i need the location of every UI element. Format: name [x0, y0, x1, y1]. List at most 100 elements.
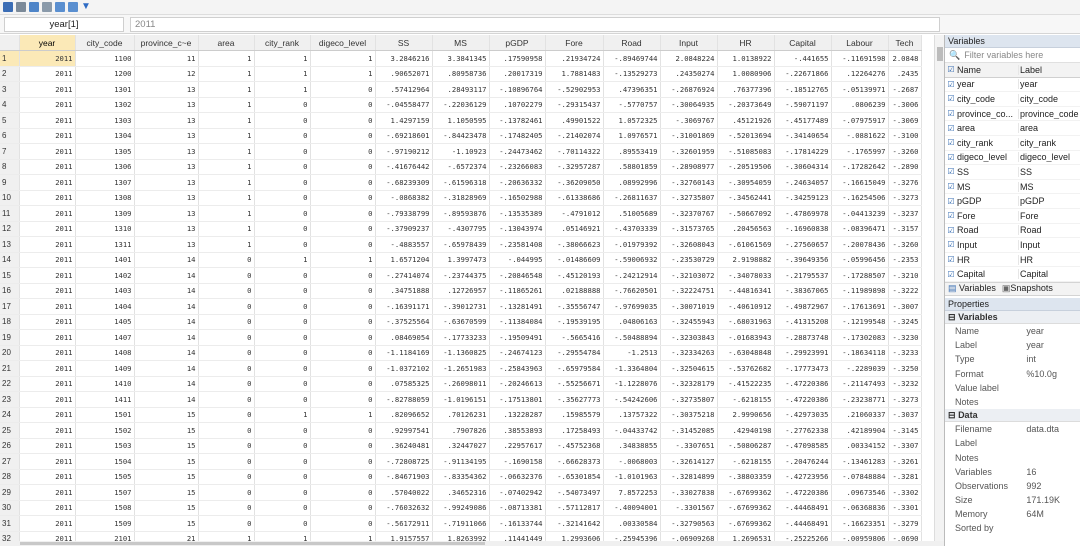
variable-row[interactable]: ☑ pGDP pGDP	[945, 194, 1080, 209]
data-cell[interactable]: 13	[134, 128, 199, 144]
data-cell[interactable]: 0	[198, 484, 255, 501]
data-cell[interactable]: -.3301	[888, 500, 922, 516]
data-cell[interactable]: 1402	[75, 267, 135, 284]
property-row[interactable]: Name year	[945, 324, 1080, 338]
data-cell[interactable]: .04806163	[603, 314, 661, 330]
data-cell[interactable]: -.43703339	[603, 221, 661, 237]
table-row[interactable]: 4 2011 1302 13 1 0 0 -.04558477 -.22036129.10702…	[0, 97, 922, 113]
data-cell[interactable]: -.4883557	[375, 236, 433, 253]
data-cell[interactable]: -.21147493	[831, 376, 889, 392]
row-number[interactable]: 14	[0, 252, 20, 268]
data-cell[interactable]: 2011	[19, 267, 76, 284]
data-cell[interactable]: -.32601959	[660, 143, 718, 160]
column-header[interactable]: city_rank	[254, 35, 311, 51]
data-cell[interactable]: 1.0080906	[717, 66, 775, 82]
data-cell[interactable]: -.16502988	[489, 190, 546, 206]
data-cell[interactable]: -.57112817	[545, 500, 604, 516]
data-cell[interactable]: 14	[134, 391, 199, 408]
data-cell[interactable]: -.79338799	[375, 205, 433, 222]
data-cell[interactable]: 0	[254, 159, 311, 175]
variable-checkbox[interactable]: ☑	[945, 80, 957, 89]
data-cell[interactable]: -.32328179	[660, 376, 718, 392]
data-cell[interactable]: .24350274	[660, 66, 718, 82]
data-cell[interactable]: 1	[198, 143, 255, 160]
data-cell[interactable]: -.99249086	[432, 500, 490, 516]
data-cell[interactable]: -.37525564	[375, 314, 433, 330]
data-cell[interactable]: 0	[254, 267, 311, 284]
data-cell[interactable]: -.25945396	[603, 531, 661, 541]
data-cell[interactable]: -.16254506	[831, 190, 889, 206]
data-cell[interactable]: 15	[134, 500, 199, 516]
data-cell[interactable]: 2011	[19, 531, 76, 541]
row-number[interactable]: 21	[0, 360, 20, 377]
data-cell[interactable]: .12264276	[831, 66, 889, 82]
data-cell[interactable]: 14	[134, 267, 199, 284]
data-cell[interactable]: 0	[254, 174, 311, 191]
row-number[interactable]: 27	[0, 453, 20, 470]
row-number[interactable]: 31	[0, 515, 20, 532]
data-cell[interactable]: -.26098011	[432, 376, 490, 392]
data-cell[interactable]: 1.6571204	[375, 252, 433, 268]
property-row[interactable]: Format %10.0g	[945, 366, 1080, 380]
data-cell[interactable]: -.26876924	[660, 81, 718, 98]
data-cell[interactable]: 1411	[75, 391, 135, 408]
data-cell[interactable]: 0	[254, 143, 311, 160]
data-cell[interactable]: -.91134195	[432, 453, 490, 470]
data-cell[interactable]: -.3250	[888, 360, 922, 377]
data-cell[interactable]: 21	[134, 531, 199, 541]
table-row[interactable]: 16 2011 1403 14 0 0 0.34751888.12726957 -.11865…	[0, 283, 922, 299]
row-number[interactable]: 12	[0, 221, 20, 237]
data-cell[interactable]: 0	[198, 438, 255, 454]
data-cell[interactable]: -.22036129	[432, 97, 490, 113]
data-cell[interactable]: 15	[134, 515, 199, 532]
data-cell[interactable]: 1	[198, 190, 255, 206]
data-cell[interactable]: -.1765997	[831, 143, 889, 160]
data-cell[interactable]: -.21795537	[774, 267, 832, 284]
data-cell[interactable]: 0	[254, 314, 311, 330]
variable-row[interactable]: ☑ area area	[945, 121, 1080, 136]
data-cell[interactable]: -.70114322	[545, 143, 604, 160]
property-row[interactable]: Notes	[945, 395, 1080, 409]
row-number[interactable]: 5	[0, 112, 20, 129]
data-cell[interactable]: 1504	[75, 453, 135, 470]
data-cell[interactable]: .12726957	[432, 283, 490, 299]
data-cell[interactable]: -.3260	[888, 143, 922, 160]
data-cell[interactable]: -.50667092	[717, 205, 775, 222]
data-cell[interactable]: 1200	[75, 66, 135, 82]
data-cell[interactable]: -.67699362	[717, 500, 775, 516]
table-row[interactable]: 7 2011 1305 13 1 0 0 -.97190212 -1.10923 -.244734…	[0, 143, 922, 160]
data-cell[interactable]: -.39649356	[774, 252, 832, 268]
data-cell[interactable]: 0	[254, 283, 311, 299]
column-header[interactable]: area	[198, 35, 255, 51]
data-cell[interactable]: -.29554784	[545, 345, 604, 361]
data-cell[interactable]: 2011	[19, 174, 76, 191]
data-cell[interactable]: 1	[310, 252, 376, 268]
data-cell[interactable]: -.27762338	[774, 422, 832, 439]
data-cell[interactable]: 0	[254, 345, 311, 361]
data-cell[interactable]: -.25225266	[774, 531, 832, 541]
table-row[interactable]: 11 2011 1309 13 1 0 0 -.79338799 -.89593876 -.135…	[0, 205, 922, 222]
data-cell[interactable]: -.32814899	[660, 469, 718, 485]
data-cell[interactable]: -.50806287	[717, 438, 775, 454]
data-cell[interactable]: 1303	[75, 112, 135, 129]
data-cell[interactable]: .49901522	[545, 112, 604, 129]
data-cell[interactable]: 0	[198, 500, 255, 516]
data-cell[interactable]: -.69218601	[375, 128, 433, 144]
data-cell[interactable]: 13	[134, 236, 199, 253]
variable-row[interactable]: ☑ city_rank city_rank	[945, 136, 1080, 151]
data-cell[interactable]: 0	[310, 283, 376, 299]
data-cell[interactable]: 3.2846216	[375, 50, 433, 67]
data-cell[interactable]: 2011	[19, 81, 76, 98]
horizontal-scrollbar[interactable]	[0, 541, 944, 546]
data-cell[interactable]: 1407	[75, 329, 135, 346]
data-cell[interactable]: 2011	[19, 314, 76, 330]
data-cell[interactable]: 1100	[75, 50, 135, 67]
data-cell[interactable]: 0	[198, 283, 255, 299]
data-cell[interactable]: 0	[310, 329, 376, 346]
data-cell[interactable]: .2435	[888, 66, 922, 82]
data-cell[interactable]: 0	[310, 469, 376, 485]
data-cell[interactable]: .42189904	[831, 422, 889, 439]
data-cell[interactable]: 0	[198, 360, 255, 377]
data-cell[interactable]: 0	[254, 190, 311, 206]
row-number[interactable]: 20	[0, 345, 20, 361]
